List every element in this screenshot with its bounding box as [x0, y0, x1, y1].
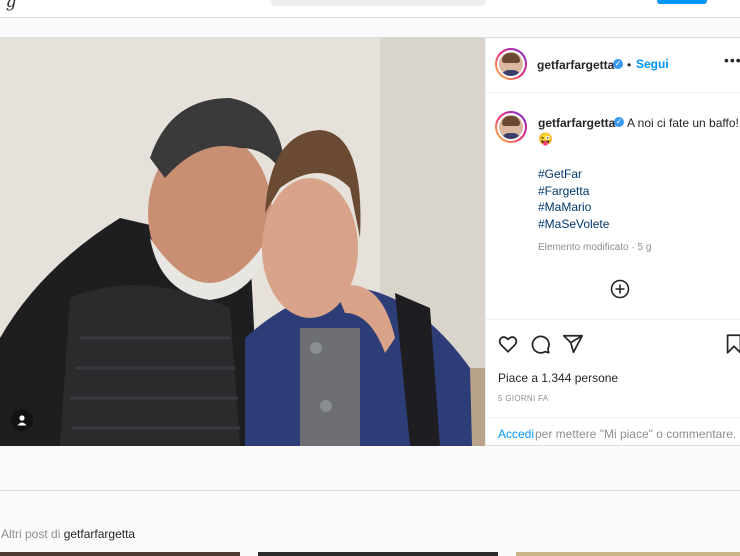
login-link[interactable]: Accedi	[498, 427, 534, 441]
caption-text: A noi ci fate un baffo!	[627, 116, 739, 130]
login-prompt-text: per mettere "Mi piace" o commentare.	[535, 427, 737, 441]
post-card: getfarfargetta ✓ • Segui ••• getfarfarge…	[0, 37, 740, 446]
top-navigation-bar: g	[0, 0, 740, 18]
section-divider	[0, 490, 740, 491]
heart-icon[interactable]	[497, 333, 519, 355]
avatar[interactable]	[495, 48, 527, 80]
caption-avatar[interactable]	[495, 111, 527, 143]
more-posts-heading: Altri post di getfarfargetta	[1, 527, 135, 541]
more-posts-username[interactable]: getfarfargetta	[64, 527, 135, 541]
header-separator: •	[627, 58, 632, 72]
verified-badge-icon: ✓	[614, 117, 624, 127]
likes-count[interactable]: Piace a 1.344 persone	[498, 371, 618, 385]
thumbnail-post[interactable]	[258, 552, 498, 556]
add-circle-icon[interactable]	[610, 279, 630, 299]
tagged-users-button[interactable]	[11, 409, 33, 431]
hashtag-link[interactable]: #MaSeVolete	[538, 216, 609, 233]
caption-emoji: 😜	[538, 132, 553, 146]
user-icon	[17, 415, 27, 426]
bookmark-icon[interactable]	[723, 333, 740, 355]
hashtag-link[interactable]: #GetFar	[538, 166, 609, 183]
post-date[interactable]: 5 GIORNI FA	[498, 394, 548, 403]
thumbnail-post[interactable]	[0, 552, 240, 556]
caption-username[interactable]: getfarfargetta	[538, 116, 615, 130]
login-button[interactable]	[657, 0, 707, 4]
search-input[interactable]	[270, 0, 486, 6]
post-sidebar: getfarfargetta ✓ • Segui ••• getfarfarge…	[485, 38, 740, 446]
share-icon[interactable]	[562, 333, 584, 355]
instagram-logo[interactable]: g	[6, 0, 16, 11]
follow-button[interactable]: Segui	[636, 57, 669, 71]
verified-badge-icon: ✓	[613, 59, 623, 69]
thumbnail-post[interactable]	[516, 552, 740, 556]
more-posts-prefix: Altri post di	[1, 527, 61, 541]
hashtag-list: #GetFar #Fargetta #MaMario #MaSeVolete	[538, 166, 609, 232]
more-options-icon[interactable]: •••	[724, 52, 740, 68]
login-prompt: Accedi per mettere "Mi piace" o commenta…	[486, 417, 740, 446]
author-username[interactable]: getfarfargetta	[537, 58, 614, 72]
post-header: getfarfargetta ✓ • Segui •••	[486, 38, 740, 93]
photo-illustration	[0, 38, 485, 446]
hashtag-link[interactable]: #MaMario	[538, 199, 609, 216]
edited-note: Elemento modificato · 5 g	[538, 242, 652, 253]
comment-icon[interactable]	[529, 333, 551, 355]
post-actions: Piace a 1.344 persone 5 GIORNI FA	[486, 319, 740, 417]
hashtag-link[interactable]: #Fargetta	[538, 183, 609, 200]
post-photo[interactable]	[0, 38, 485, 446]
